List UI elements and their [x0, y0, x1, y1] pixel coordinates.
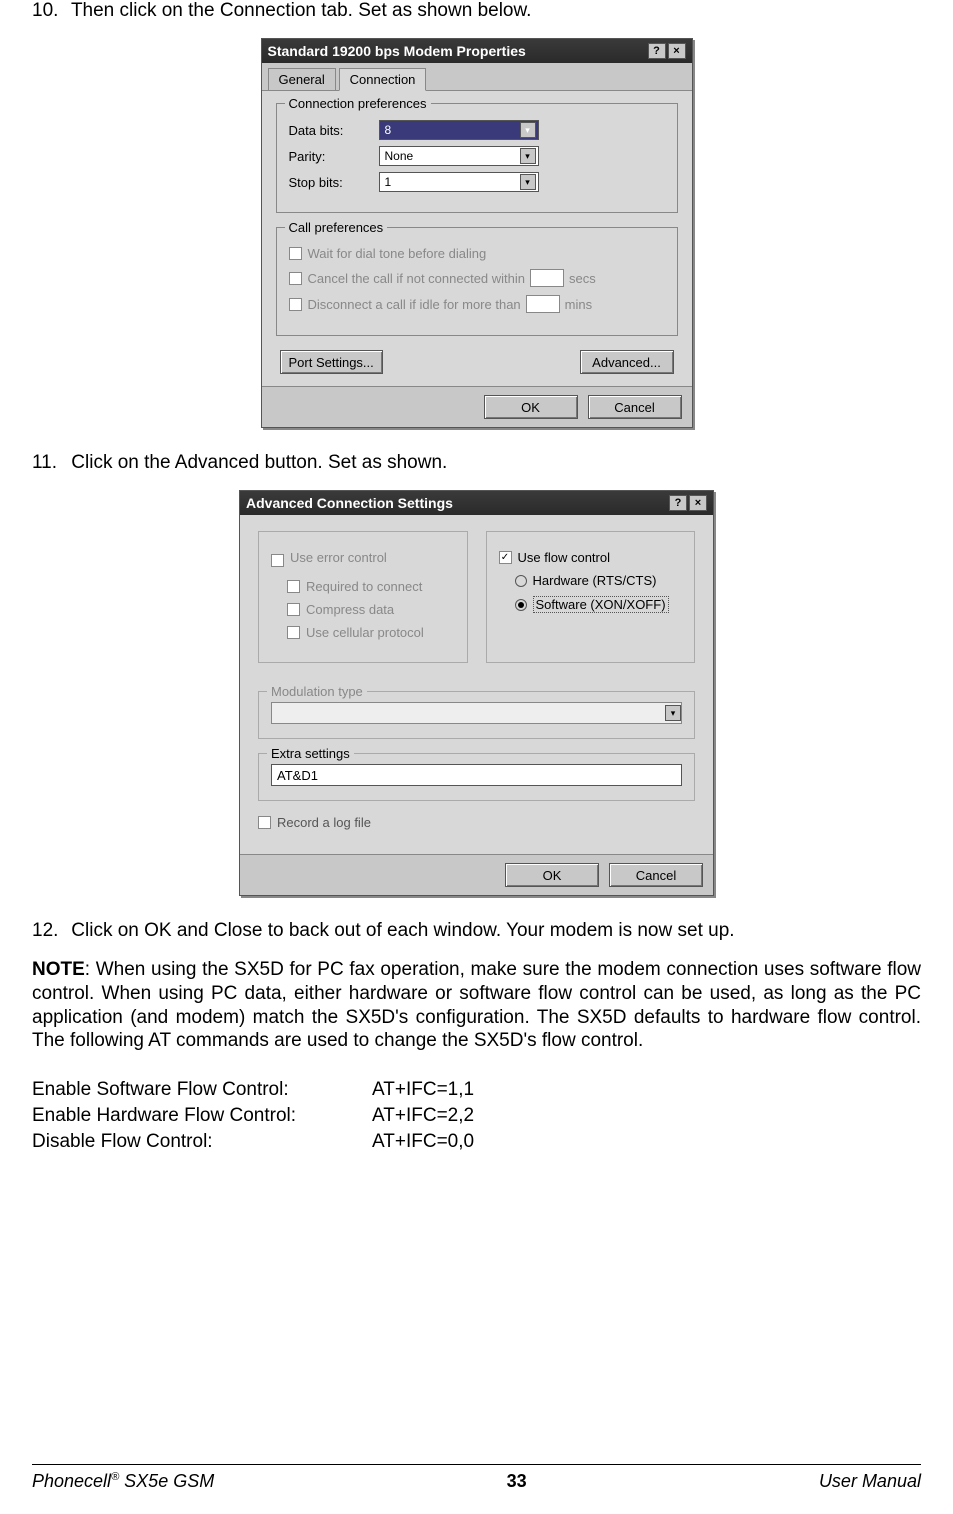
- cmd-value: AT+IFC=2,2: [372, 1105, 474, 1127]
- modulation-select[interactable]: ▾: [271, 702, 682, 724]
- step-11-num: 11.: [32, 452, 66, 474]
- step-11: 11. Click on the Advanced button. Set as…: [32, 452, 921, 474]
- cmd-value: AT+IFC=0,0: [372, 1131, 474, 1153]
- stopbits-value: 1: [385, 175, 392, 189]
- cancel-button[interactable]: Cancel: [609, 863, 703, 887]
- dialog1-tabs: General Connection: [262, 63, 692, 91]
- close-icon[interactable]: ×: [668, 43, 686, 59]
- modem-properties-dialog: Standard 19200 bps Modem Properties ? × …: [261, 38, 693, 428]
- modulation-group: Modulation type ▾: [258, 691, 695, 739]
- cmd-label: Disable Flow Control:: [32, 1131, 372, 1153]
- ok-button[interactable]: OK: [505, 863, 599, 887]
- record-log-checkbox[interactable]: [258, 816, 271, 829]
- cancel-secs-input[interactable]: [530, 269, 564, 287]
- connection-preferences-group: Connection preferences Data bits: 8 ▾ Pa…: [276, 103, 678, 213]
- advanced-connection-dialog: Advanced Connection Settings ? × Use err…: [239, 490, 714, 896]
- page-number: 33: [507, 1471, 527, 1492]
- stopbits-select[interactable]: 1 ▾: [379, 172, 539, 192]
- use-error-label: Use error control: [290, 550, 387, 565]
- note-label: NOTE: [32, 959, 85, 980]
- table-row: Disable Flow Control: AT+IFC=0,0: [32, 1131, 921, 1153]
- port-settings-button[interactable]: Port Settings...: [280, 350, 383, 374]
- compress-checkbox[interactable]: [287, 603, 300, 616]
- disconnect-checkbox[interactable]: [289, 298, 302, 311]
- extra-legend: Extra settings: [267, 746, 354, 761]
- cancel-checkbox[interactable]: [289, 272, 302, 285]
- record-log-label: Record a log file: [277, 815, 371, 830]
- use-error-checkbox[interactable]: [271, 554, 284, 567]
- error-control-group: Use error control Required to connect Co…: [258, 531, 468, 663]
- software-radio[interactable]: [515, 599, 527, 611]
- cmd-value: AT+IFC=1,1: [372, 1079, 474, 1101]
- chevron-down-icon[interactable]: ▾: [520, 148, 536, 164]
- help-icon[interactable]: ?: [669, 495, 687, 511]
- step-11-text: Click on the Advanced button. Set as sho…: [71, 452, 447, 473]
- at-commands-table: Enable Software Flow Control: AT+IFC=1,1…: [32, 1079, 921, 1153]
- cancel-unit: secs: [569, 271, 596, 286]
- dialog1-titlebar: Standard 19200 bps Modem Properties ? ×: [262, 39, 692, 63]
- cmd-label: Enable Hardware Flow Control:: [32, 1105, 372, 1127]
- table-row: Enable Software Flow Control: AT+IFC=1,1: [32, 1079, 921, 1101]
- use-flow-checkbox[interactable]: [499, 551, 512, 564]
- step-12: 12. Click on OK and Close to back out of…: [32, 920, 921, 942]
- cancel-label: Cancel the call if not connected within: [308, 271, 526, 286]
- footer-right: User Manual: [819, 1471, 921, 1492]
- parity-label: Parity:: [289, 149, 379, 164]
- tab-connection[interactable]: Connection: [339, 68, 427, 91]
- step-12-num: 12.: [32, 920, 66, 942]
- use-flow-label: Use flow control: [518, 550, 610, 565]
- compress-label: Compress data: [306, 602, 394, 617]
- modulation-legend: Modulation type: [267, 684, 367, 699]
- cancel-button[interactable]: Cancel: [588, 395, 682, 419]
- disconnect-unit: mins: [565, 297, 592, 312]
- note-paragraph: NOTE: When using the SX5D for PC fax ope…: [32, 958, 921, 1053]
- step-10-text: Then click on the Connection tab. Set as…: [71, 0, 532, 21]
- ok-button[interactable]: OK: [484, 395, 578, 419]
- step-10: 10. Then click on the Connection tab. Se…: [32, 0, 921, 22]
- close-icon[interactable]: ×: [689, 495, 707, 511]
- required-label: Required to connect: [306, 579, 422, 594]
- step-10-num: 10.: [32, 0, 66, 22]
- extra-settings-input[interactable]: [271, 764, 682, 786]
- parity-select[interactable]: None ▾: [379, 146, 539, 166]
- wait-label: Wait for dial tone before dialing: [308, 246, 487, 261]
- extra-settings-group: Extra settings: [258, 753, 695, 801]
- help-icon[interactable]: ?: [648, 43, 666, 59]
- databits-label: Data bits:: [289, 123, 379, 138]
- tab-general[interactable]: General: [268, 68, 336, 90]
- software-label: Software (XON/XOFF): [533, 596, 669, 613]
- dialog2-title: Advanced Connection Settings: [246, 495, 453, 511]
- footer-left: Phonecell® SX5e GSM: [32, 1471, 214, 1492]
- chevron-down-icon[interactable]: ▾: [665, 705, 681, 721]
- databits-value: 8: [385, 123, 392, 137]
- call-preferences-group: Call preferences Wait for dial tone befo…: [276, 227, 678, 336]
- cellular-label: Use cellular protocol: [306, 625, 424, 640]
- note-text: : When using the SX5D for PC fax operati…: [32, 959, 921, 1051]
- disconnect-mins-input[interactable]: [526, 295, 560, 313]
- table-row: Enable Hardware Flow Control: AT+IFC=2,2: [32, 1105, 921, 1127]
- dialog2-titlebar: Advanced Connection Settings ? ×: [240, 491, 713, 515]
- chevron-down-icon[interactable]: ▾: [520, 122, 536, 138]
- disconnect-label: Disconnect a call if idle for more than: [308, 297, 521, 312]
- page-footer: Phonecell® SX5e GSM 33 User Manual: [32, 1464, 921, 1492]
- required-checkbox[interactable]: [287, 580, 300, 593]
- hardware-radio[interactable]: [515, 575, 527, 587]
- wait-checkbox[interactable]: [289, 247, 302, 260]
- conn-pref-legend: Connection preferences: [285, 96, 431, 111]
- dialog1-title: Standard 19200 bps Modem Properties: [268, 43, 526, 59]
- advanced-button[interactable]: Advanced...: [580, 350, 674, 374]
- cmd-label: Enable Software Flow Control:: [32, 1079, 372, 1101]
- hardware-label: Hardware (RTS/CTS): [533, 573, 657, 588]
- databits-select[interactable]: 8 ▾: [379, 120, 539, 140]
- call-pref-legend: Call preferences: [285, 220, 388, 235]
- chevron-down-icon[interactable]: ▾: [520, 174, 536, 190]
- flow-control-group: Use flow control Hardware (RTS/CTS) Soft…: [486, 531, 696, 663]
- stopbits-label: Stop bits:: [289, 175, 379, 190]
- parity-value: None: [385, 149, 414, 163]
- cellular-checkbox[interactable]: [287, 626, 300, 639]
- step-12-text: Click on OK and Close to back out of eac…: [71, 920, 734, 941]
